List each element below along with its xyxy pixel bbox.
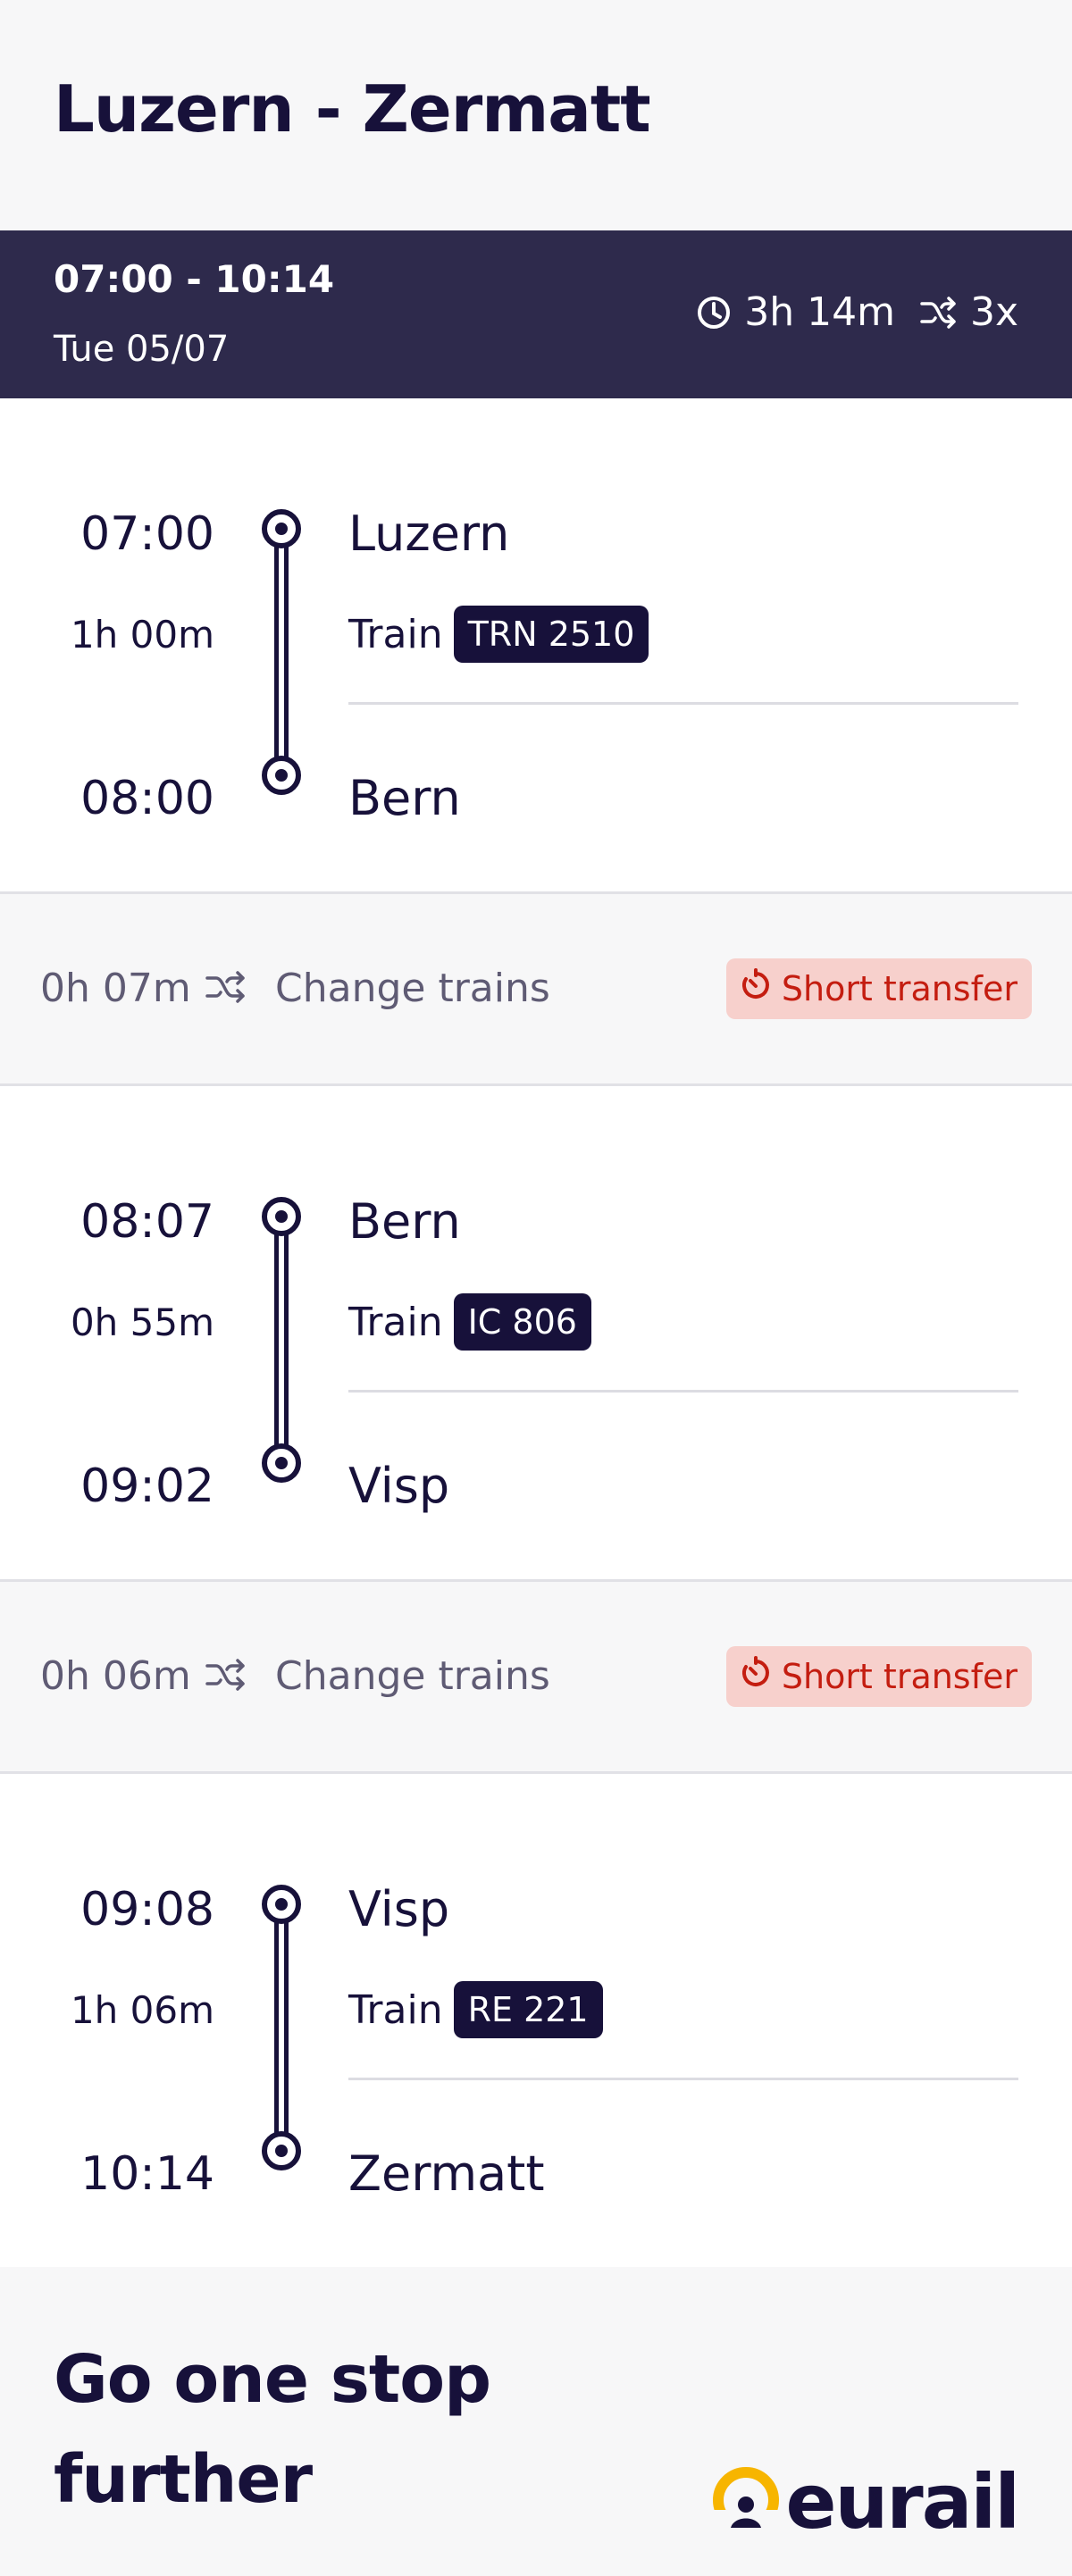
- short-transfer-badge: Short transfer: [725, 958, 1032, 1019]
- short-transfer-badge: Short transfer: [725, 1646, 1032, 1707]
- leg-duration: 0h 55m: [70, 1301, 214, 1344]
- eurail-logo-text: eurail: [785, 2458, 1020, 2546]
- short-transfer-label: Short transfer: [781, 969, 1018, 1008]
- origin-station: Visp: [348, 1881, 450, 1937]
- shuffle-icon: [920, 296, 958, 329]
- destination-station: Zermatt: [348, 2145, 545, 2202]
- journey-duration: 3h 14m: [744, 289, 895, 335]
- leg-duration: 1h 06m: [70, 1988, 214, 2032]
- mode-label: Train: [348, 1986, 443, 2033]
- arrival-time: 08:00: [80, 772, 214, 825]
- journey-changes: 3x: [969, 289, 1018, 335]
- transport-mode: Train RE 221: [348, 1981, 603, 2038]
- journey-leg[interactable]: 09:08 1h 06m 10:14 Visp Train RE 221 Zer…: [0, 1774, 1072, 2267]
- leg-divider: [348, 1390, 1018, 1393]
- clock-icon: [696, 295, 732, 330]
- leg-duration: 1h 00m: [70, 613, 214, 657]
- journey-date: Tue 05/07: [54, 329, 230, 370]
- journey-leg[interactable]: 08:07 0h 55m 09:02 Bern Train IC 806 Vis…: [0, 1086, 1072, 1579]
- origin-station: Luzern: [348, 506, 510, 562]
- shuffle-icon: [205, 971, 247, 1007]
- route-line-icon: [262, 1197, 301, 1483]
- shuffle-icon: [205, 1659, 247, 1694]
- leg-divider: [348, 702, 1018, 705]
- mode-label: Train: [348, 1299, 443, 1345]
- eurail-logo-icon: [710, 2465, 781, 2538]
- transport-mode: Train IC 806: [348, 1293, 591, 1351]
- transfer-row: 0h 07m Change trains Short transfer: [0, 891, 1072, 1086]
- transfer-row: 0h 06m Change trains Short transfer: [0, 1579, 1072, 1774]
- short-transfer-label: Short transfer: [781, 1657, 1018, 1696]
- train-number-badge: RE 221: [453, 1981, 603, 2038]
- departure-time: 08:07: [80, 1195, 214, 1249]
- train-number-badge: TRN 2510: [453, 606, 649, 663]
- transport-mode: Train TRN 2510: [348, 606, 649, 663]
- transfer-duration: 0h 07m: [40, 966, 191, 1011]
- route-line-icon: [262, 1885, 301, 2170]
- transfer-label: Change trains: [275, 966, 550, 1011]
- route-line-icon: [262, 509, 301, 795]
- timer-warning-icon: [739, 967, 782, 1010]
- train-number-badge: IC 806: [453, 1293, 591, 1351]
- destination-station: Visp: [348, 1458, 450, 1514]
- page-title: Luzern - Zermatt: [54, 71, 651, 146]
- destination-station: Bern: [348, 770, 461, 826]
- leg-divider: [348, 2078, 1018, 2080]
- origin-station: Bern: [348, 1193, 461, 1250]
- transfer-duration: 0h 06m: [40, 1653, 191, 1699]
- journey-summary-bar: 07:00 - 10:14 Tue 05/07 3h 14m 3x: [0, 230, 1072, 398]
- transfer-label: Change trains: [275, 1653, 550, 1699]
- promo-headline: Go one stop further: [54, 2341, 491, 2518]
- departure-time: 07:00: [80, 507, 214, 561]
- eurail-logo[interactable]: eurail: [710, 2458, 1020, 2546]
- arrival-time: 09:02: [80, 1459, 214, 1513]
- mode-label: Train: [348, 611, 443, 657]
- page-header: Luzern - Zermatt: [0, 0, 1072, 230]
- promo-footer: Go one stop further eurail: [0, 2269, 1072, 2576]
- timer-warning-icon: [739, 1655, 782, 1698]
- journey-stats: 3h 14m 3x: [696, 289, 1018, 335]
- journey-leg[interactable]: 07:00 1h 00m 08:00 Luzern Train TRN 2510…: [0, 398, 1072, 891]
- arrival-time: 10:14: [80, 2147, 214, 2201]
- journey-time-range: 07:00 - 10:14: [54, 257, 335, 301]
- departure-time: 09:08: [80, 1883, 214, 1936]
